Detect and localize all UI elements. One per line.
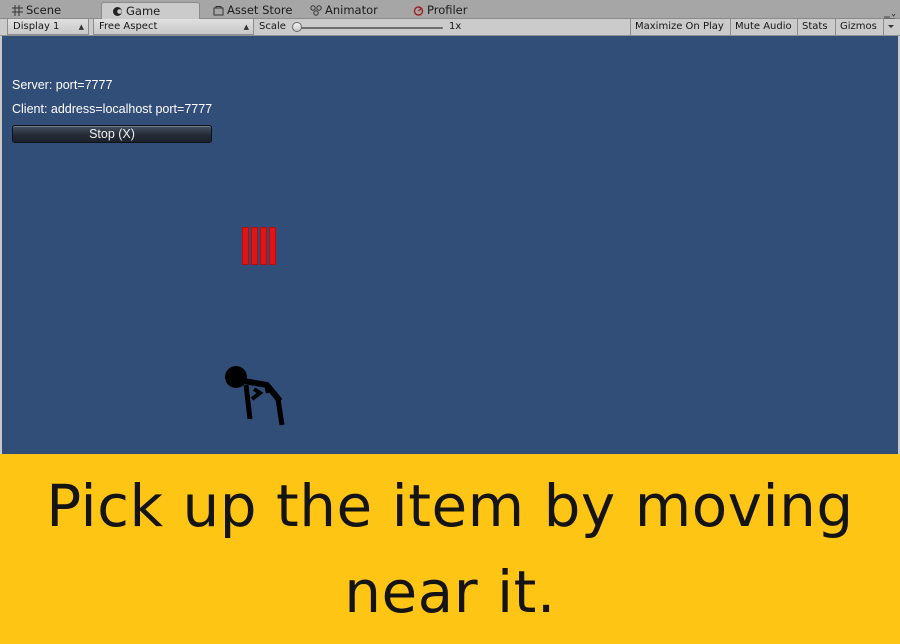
game-viewport[interactable]: Server: port=7777 Client: address=localh… [2,36,898,454]
game-controller-icon [111,6,123,18]
panel-menu-icon[interactable] [883,8,896,22]
scale-slider-track[interactable] [293,27,443,29]
tab-animator[interactable]: Animator [301,2,401,19]
tutorial-caption-banner: Pick up the item by moving near it. [0,454,900,644]
display-dropdown[interactable]: Display 1 ▲ [7,19,89,35]
maximize-on-play-toggle[interactable]: Maximize On Play [630,19,728,35]
tab-label: Scene [26,3,62,17]
aspect-dropdown[interactable]: Free Aspect ▲ [93,19,254,35]
animator-icon [310,5,322,17]
server-status-text: Server: port=7777 [12,78,113,92]
tab-label: Profiler [427,3,468,17]
store-icon [212,5,224,17]
tab-label: Asset Store [227,3,293,17]
grid-icon [11,5,23,17]
tab-profiler[interactable]: Profiler [403,2,503,19]
tab-game[interactable]: Game [101,2,200,20]
pickup-item-bar [260,227,267,265]
stop-button[interactable]: Stop (X) [12,125,212,143]
tab-scene[interactable]: Scene [2,2,97,19]
pickup-item-bar [251,227,258,265]
scale-slider-handle[interactable] [292,22,302,32]
stickman-player [225,366,285,426]
editor-tab-bar: Scene Game Asset Store Animator Profiler [0,0,900,22]
tab-label: Game [126,4,161,18]
gizmos-dropdown-arrow-icon[interactable] [883,19,898,35]
tab-asset-store[interactable]: Asset Store [203,2,303,19]
scale-label: Scale [259,21,286,32]
display-dropdown-label: Display 1 [13,21,60,32]
aspect-dropdown-label: Free Aspect [99,21,158,32]
dropdown-arrows-icon: ▲ [78,23,84,31]
gizmos-toggle[interactable]: Gizmos [835,19,883,35]
profiler-icon [412,5,424,17]
mute-audio-toggle[interactable]: Mute Audio [730,19,796,35]
pickup-item-bar [269,227,276,265]
dropdown-arrows-icon: ▲ [243,23,249,31]
stats-toggle[interactable]: Stats [797,19,832,35]
scale-value: 1x [449,21,462,32]
tab-label: Animator [325,3,378,17]
pickup-item [242,227,276,265]
pickup-item-bar [242,227,249,265]
game-view-toolbar: Display 1 ▲ Free Aspect ▲ Scale 1x Maxim… [0,19,900,36]
client-status-text: Client: address=localhost port=7777 [12,102,213,116]
tutorial-caption-text: Pick up the item by moving near it. [46,472,854,626]
